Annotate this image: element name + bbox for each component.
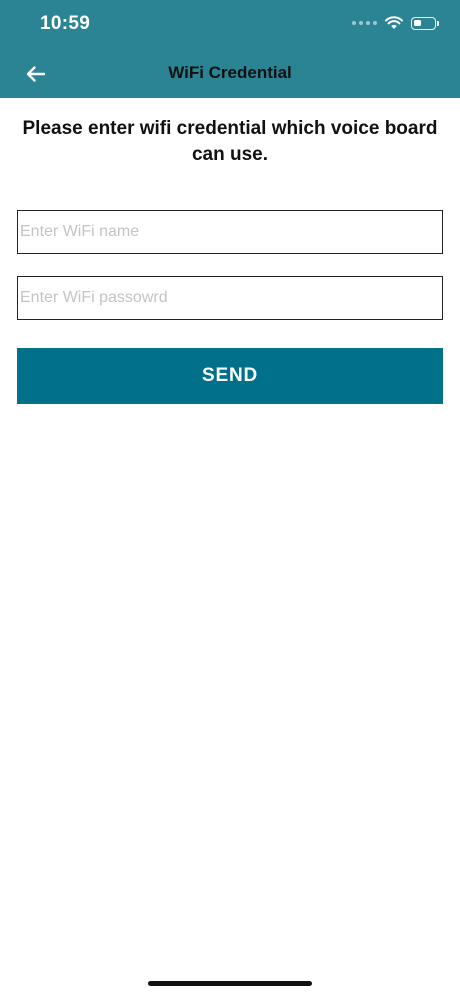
instruction-text: Please enter wifi credential which voice… — [22, 118, 438, 165]
status-icons — [352, 16, 439, 30]
battery-icon — [411, 16, 439, 30]
header-bar: 10:59 WiFi Credential — [0, 0, 460, 98]
wifi-password-input[interactable] — [17, 276, 443, 320]
status-time: 10:59 — [40, 13, 91, 34]
page-title: WiFi Credential — [168, 63, 292, 82]
wifi-icon — [385, 16, 403, 29]
home-indicator — [148, 981, 312, 986]
send-button[interactable]: SEND — [17, 348, 443, 404]
cellular-signal-icon — [352, 21, 377, 25]
battery-level — [414, 19, 422, 26]
wifi-name-input[interactable] — [17, 210, 443, 254]
